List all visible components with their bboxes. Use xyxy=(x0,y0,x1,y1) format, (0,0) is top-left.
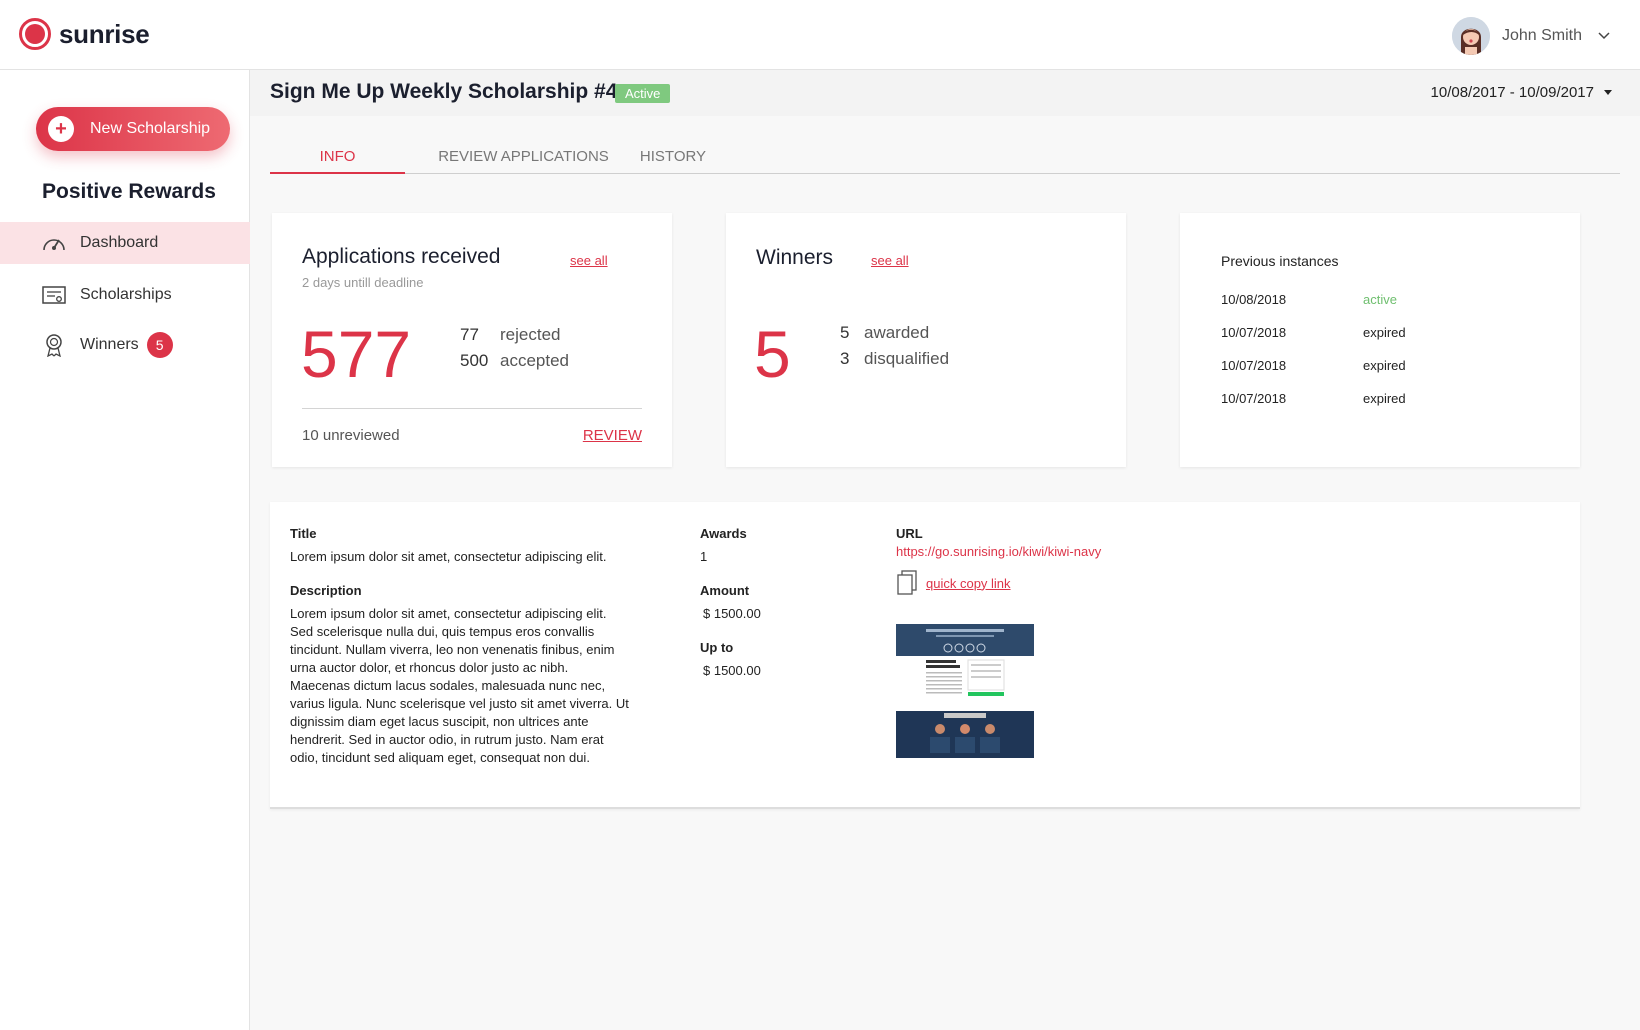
list-item[interactable]: 10/07/2018 expired xyxy=(1221,358,1541,373)
organization-title: Positive Rewards xyxy=(42,180,216,203)
plus-icon: + xyxy=(48,116,74,142)
new-scholarship-label: New Scholarship xyxy=(90,120,211,137)
applications-total: 577 xyxy=(301,317,412,391)
sidebar-item-label: Dashboard xyxy=(80,234,159,251)
list-item[interactable]: 10/07/2018 expired xyxy=(1221,391,1541,406)
date-range-picker[interactable]: 10/08/2017 - 10/09/2017 xyxy=(1431,84,1612,101)
status-badge: Active xyxy=(615,84,671,103)
sidebar-item-dashboard[interactable]: Dashboard xyxy=(0,222,250,264)
winners-title: Winners xyxy=(756,246,834,269)
user-menu[interactable]: John Smith xyxy=(1451,17,1610,55)
title-label: Title xyxy=(290,526,317,541)
scholarship-page-preview-image[interactable] xyxy=(896,624,1034,758)
instance-date: 10/08/2018 xyxy=(1221,292,1287,307)
top-bar: sunrise John Smith xyxy=(0,0,1640,70)
instance-date: 10/07/2018 xyxy=(1221,325,1287,340)
divider xyxy=(302,408,642,409)
awards-label: Awards xyxy=(700,526,747,541)
amount-label: Amount xyxy=(700,583,750,598)
tab-bar: INFO REVIEW APPLICATIONS HISTORY xyxy=(270,140,1620,174)
active-tab-indicator xyxy=(270,172,405,174)
awarded-stat: 5 awarded xyxy=(840,323,929,343)
description-line: Sed scelerisque nulla dui, quis tempus e… xyxy=(290,624,595,639)
description-line: dignissim diam eget lacus suscipit, non … xyxy=(290,714,589,729)
description-line: Lorem ipsum dolor sit amet, consectetur … xyxy=(290,606,607,621)
list-item[interactable]: 10/08/2018 active xyxy=(1221,292,1541,307)
sidebar: + New Scholarship Positive Rewards Dashb… xyxy=(0,70,250,1030)
winners-count-badge: 5 xyxy=(146,332,173,358)
awarded-count: 5 xyxy=(840,323,850,342)
instance-status: expired xyxy=(1363,358,1406,373)
upto-label: Up to xyxy=(700,640,734,655)
date-range-value: 10/08/2017 - 10/09/2017 xyxy=(1430,84,1594,101)
speedometer-icon xyxy=(40,231,68,255)
previous-instances-title: Previous instances xyxy=(1221,253,1339,269)
applications-title: Applications received xyxy=(302,245,501,268)
winners-card: Winners see all 5 5 awarded 3 disqualified xyxy=(726,213,1126,467)
rejected-stat: 77 rejected xyxy=(460,325,560,345)
logo[interactable]: sunrise xyxy=(19,18,150,50)
sidebar-item-winners[interactable]: Winners 5 xyxy=(0,324,250,366)
rejected-label: rejected xyxy=(500,325,561,344)
description-line: Maecenas dictum lacus sodales, malesuada… xyxy=(290,678,606,693)
disqualified-count: 3 xyxy=(840,349,850,368)
description-line: varius ligula. Nunc scelerisque vel just… xyxy=(290,696,629,711)
page-title: Sign Me Up Weekly Scholarship #4 xyxy=(270,80,618,103)
previous-instances-card: Previous instances 10/08/2018 active 10/0… xyxy=(1180,213,1580,467)
avatar xyxy=(1451,17,1490,55)
applications-see-all-link[interactable]: see all xyxy=(570,253,608,268)
instance-status: expired xyxy=(1363,325,1406,340)
url-label: URL xyxy=(896,526,923,541)
sidebar-item-label: Winners xyxy=(80,336,139,353)
copy-icon xyxy=(897,570,917,595)
sidebar-item-scholarships[interactable]: Scholarships xyxy=(0,274,250,316)
new-scholarship-button[interactable]: + New Scholarship xyxy=(36,107,230,151)
instance-date: 10/07/2018 xyxy=(1221,358,1287,373)
description-value: Lorem ipsum dolor sit amet, consectetur … xyxy=(290,605,650,767)
logo-text: sunrise xyxy=(59,18,150,49)
award-ribbon-icon xyxy=(40,333,68,357)
review-link[interactable]: REVIEW xyxy=(583,427,642,444)
awarded-label: awarded xyxy=(864,323,930,342)
scholarship-url-link[interactable]: https://go.sunrising.io/kiwi/kiwi-navy xyxy=(896,544,1101,559)
caret-down-icon xyxy=(1604,90,1612,95)
deadline-note: 2 days untill deadline xyxy=(302,275,424,290)
winners-see-all-link[interactable]: see all xyxy=(871,253,909,268)
tab-info[interactable]: INFO xyxy=(270,148,405,165)
awards-value: 1 xyxy=(700,549,708,564)
instance-status: expired xyxy=(1363,391,1406,406)
tab-review-applications[interactable]: REVIEW APPLICATIONS xyxy=(431,148,616,165)
instance-status: active xyxy=(1363,292,1397,307)
winners-total: 5 xyxy=(754,317,791,391)
description-line: urna auctor dolor, et rhoncus dolor just… xyxy=(290,660,569,675)
tab-history[interactable]: HISTORY xyxy=(634,148,712,165)
user-name: John Smith xyxy=(1501,27,1582,44)
disqualified-stat: 3 disqualified xyxy=(840,349,949,369)
accepted-stat: 500 accepted xyxy=(460,351,569,371)
unreviewed-count: 10 unreviewed xyxy=(302,427,400,444)
accepted-count: 500 xyxy=(460,351,489,370)
scholarship-details-panel: Title Lorem ipsum dolor sit amet, consec… xyxy=(270,502,1580,809)
quick-copy-link-button[interactable]: quick copy link xyxy=(896,570,1011,596)
disqualified-label: disqualified xyxy=(864,349,950,368)
accepted-label: accepted xyxy=(500,351,569,370)
description-line: tincidunt. Nullam viverra, leo non venen… xyxy=(290,642,615,657)
sunrise-logo-icon xyxy=(19,18,51,50)
rejected-count: 77 xyxy=(460,325,479,344)
certificate-icon xyxy=(40,283,68,307)
title-value: Lorem ipsum dolor sit amet, consectetur … xyxy=(290,549,607,564)
description-label: Description xyxy=(290,583,362,598)
instance-date: 10/07/2018 xyxy=(1221,391,1287,406)
page-header: Sign Me Up Weekly Scholarship #4 Active … xyxy=(250,70,1640,116)
upto-value: $ 1500.00 xyxy=(703,663,761,678)
description-line: hendrerit. Sed in auctor odio, in rutrum… xyxy=(290,732,604,747)
applications-card: Applications received see all 2 days unt… xyxy=(272,213,672,467)
sidebar-item-label: Scholarships xyxy=(80,286,172,303)
description-line: odio, tincidunt sed aliquam eget, conseq… xyxy=(290,750,590,765)
amount-value: $ 1500.00 xyxy=(703,606,761,621)
list-item[interactable]: 10/07/2018 expired xyxy=(1221,325,1541,340)
quick-copy-link-label: quick copy link xyxy=(926,575,1011,591)
chevron-down-icon xyxy=(1598,32,1610,40)
